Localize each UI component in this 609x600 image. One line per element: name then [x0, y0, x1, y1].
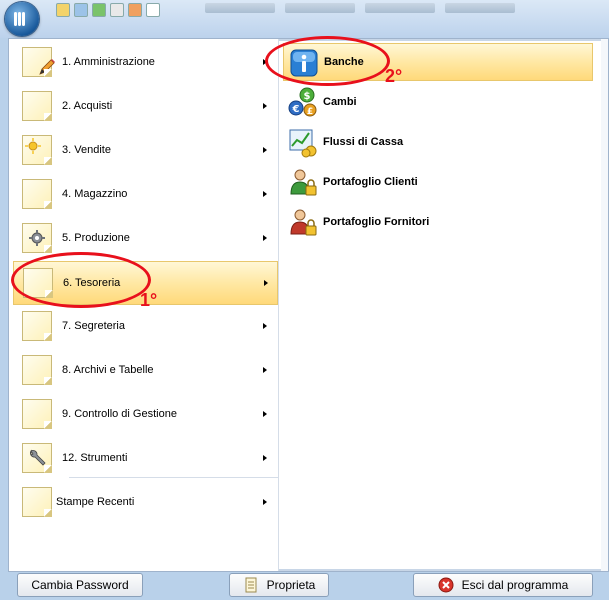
pencil-icon: [22, 47, 55, 77]
note-icon: [22, 399, 52, 429]
qat-button-icon[interactable]: [56, 3, 70, 17]
annotation-ring-second: [265, 36, 390, 86]
document-tabs: [205, 3, 515, 13]
application-orb-button[interactable]: [5, 2, 39, 36]
menu-item-label: 7. Segreteria: [62, 320, 125, 332]
button-label: Cambia Password: [31, 578, 129, 592]
chevron-right-icon: [263, 323, 267, 329]
menu-item-strumenti[interactable]: 12. Strumenti: [13, 439, 278, 479]
menu-item-label: Stampe Recenti: [56, 496, 135, 508]
svg-text:$: $: [304, 91, 311, 102]
submenu-item-label: Cambi: [323, 96, 357, 108]
close-circle-icon: [438, 577, 454, 593]
change-password-button[interactable]: Cambia Password: [17, 573, 143, 597]
qat-button-icon[interactable]: [110, 3, 124, 17]
button-label: Proprieta: [266, 578, 316, 592]
right-edge-strip: [601, 39, 608, 571]
qat-button-icon[interactable]: [128, 3, 142, 17]
note-icon: [22, 355, 52, 385]
submenu-item-label: Portafoglio Clienti: [323, 176, 418, 188]
qat-button-icon[interactable]: [92, 3, 106, 17]
note-icon: [22, 179, 52, 209]
menu-item-vendite[interactable]: 3. Vendite: [13, 131, 278, 171]
annotation-label-first: 1°: [140, 290, 158, 310]
properties-button[interactable]: Proprieta: [229, 573, 329, 597]
menu-item-label: 3. Vendite: [62, 144, 111, 156]
note-icon: [22, 311, 52, 341]
submenu-item-portafoglio-fornitori[interactable]: Portafoglio Fornitori: [283, 203, 593, 241]
submenu-pane: Banche $ € £ Cambi Flussi di Cassa Porta…: [279, 39, 603, 571]
menu-item-controllo-di-gestione[interactable]: 9. Controllo di Gestione: [13, 395, 278, 435]
menu-item-label: 4. Magazzino: [62, 188, 128, 200]
person-lock-icon: [290, 209, 317, 236]
chevron-right-icon: [264, 280, 268, 286]
button-label: Esci dal programma: [461, 578, 569, 592]
document-tab[interactable]: [205, 3, 275, 13]
menu-item-label: 8. Archivi e Tabelle: [62, 364, 154, 376]
person-lock-icon: [290, 169, 317, 196]
quick-access-toolbar: [56, 3, 160, 17]
document-icon: [245, 577, 257, 593]
note-icon: [22, 91, 52, 121]
annotation-ring-first: [11, 252, 151, 308]
chart-icon: [289, 129, 317, 158]
menu-item-produzione[interactable]: 5. Produzione: [13, 219, 278, 259]
menu-item-label: 2. Acquisti: [62, 100, 113, 112]
submenu-item-portafoglio-clienti[interactable]: Portafoglio Clienti: [283, 163, 593, 201]
qat-button-icon[interactable]: [146, 3, 160, 17]
menu-item-label: 12. Strumenti: [62, 452, 128, 464]
chevron-right-icon: [263, 499, 267, 505]
chevron-right-icon: [263, 235, 267, 241]
submenu-item-flussi-di-cassa[interactable]: Flussi di Cassa: [283, 123, 593, 161]
chevron-right-icon: [263, 147, 267, 153]
submenu-item-cambi[interactable]: $ € £ Cambi: [283, 83, 593, 121]
gear-icon: [22, 223, 52, 253]
wrench-icon: [22, 443, 52, 473]
chevron-right-icon: [263, 367, 267, 373]
menu-item-stampe-recenti[interactable]: Stampe Recenti: [13, 483, 278, 523]
menu-item-label: 9. Controllo di Gestione: [62, 408, 177, 420]
menu-item-archivi-e-tabelle[interactable]: 8. Archivi e Tabelle: [13, 351, 278, 391]
orb-logo-icon: [14, 12, 30, 26]
document-tab[interactable]: [445, 3, 515, 13]
menu-item-magazzino[interactable]: 4. Magazzino: [13, 175, 278, 215]
chevron-right-icon: [263, 103, 267, 109]
sun-note-icon: [22, 135, 52, 165]
title-bar: [0, 0, 609, 38]
exit-program-button[interactable]: Esci dal programma: [413, 573, 593, 597]
qat-button-icon[interactable]: [74, 3, 88, 17]
menu-item-label: 5. Produzione: [62, 232, 130, 244]
chevron-right-icon: [263, 455, 267, 461]
submenu-item-label: Portafoglio Fornitori: [323, 216, 430, 228]
document-tab[interactable]: [285, 3, 355, 13]
menu-separator: [69, 477, 278, 478]
currency-icon: $ € £: [288, 87, 317, 117]
menu-item-segreteria[interactable]: 7. Segreteria: [13, 307, 278, 347]
chevron-right-icon: [263, 191, 267, 197]
document-tab[interactable]: [365, 3, 435, 13]
svg-text:€: €: [292, 104, 300, 115]
menu-item-label: 1. Amministrazione: [62, 56, 155, 68]
svg-text:£: £: [307, 107, 313, 117]
annotation-label-second: 2°: [385, 66, 403, 86]
chevron-right-icon: [263, 411, 267, 417]
menu-item-amministrazione[interactable]: 1. Amministrazione: [13, 43, 278, 83]
menu-item-acquisti[interactable]: 2. Acquisti: [13, 87, 278, 127]
note-icon: [22, 487, 52, 517]
submenu-item-label: Flussi di Cassa: [323, 136, 404, 148]
